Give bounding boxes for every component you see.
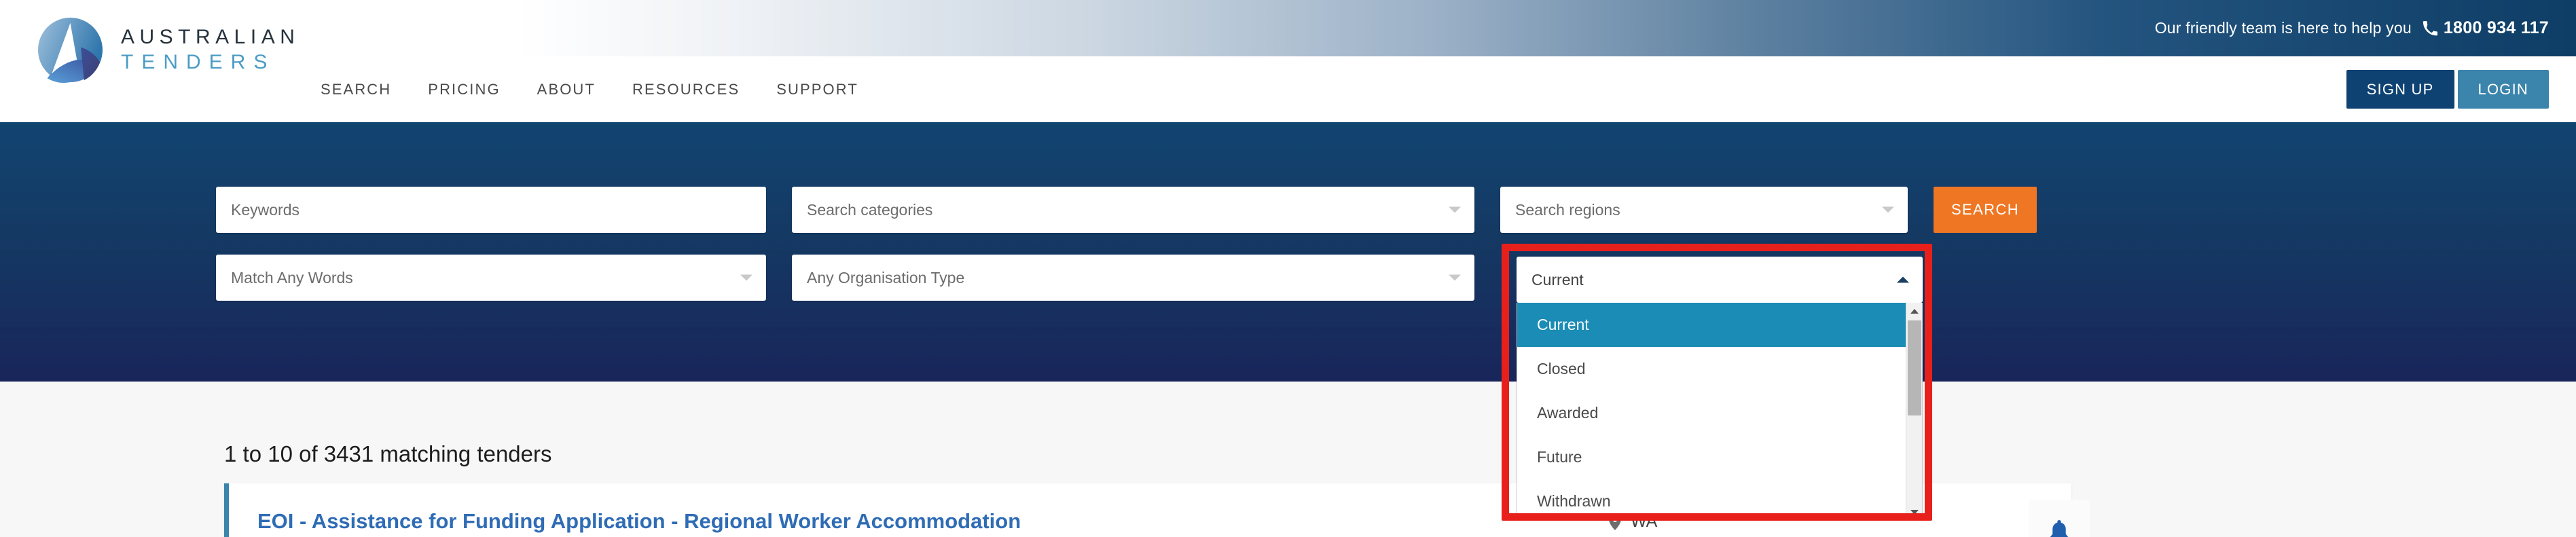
- phone-link[interactable]: 1800 934 117: [2423, 18, 2549, 38]
- nav-item-resources[interactable]: RESOURCES: [614, 81, 758, 98]
- keywords-input[interactable]: Keywords: [216, 187, 766, 233]
- results-section: 1 to 10 of 3431 matching tenders EOI - A…: [0, 382, 2576, 537]
- tender-title-link[interactable]: EOI - Assistance for Funding Application…: [257, 509, 1021, 534]
- status-selected-value: Current: [1531, 270, 1584, 289]
- triangle-up-icon: [1910, 308, 1919, 314]
- chevron-down-icon: [1882, 206, 1894, 213]
- keywords-placeholder: Keywords: [231, 200, 300, 219]
- nav-item-support[interactable]: SUPPORT: [758, 81, 877, 98]
- triangle-down-icon: [1910, 509, 1919, 515]
- nav-actions: SIGN UP LOGIN: [2346, 56, 2549, 122]
- alert-bell-button[interactable]: [2029, 500, 2090, 537]
- results-count: 1 to 10 of 3431 matching tenders: [224, 441, 552, 466]
- chevron-down-icon: [1449, 274, 1461, 281]
- chevron-up-icon: [1897, 276, 1909, 283]
- status-option-future[interactable]: Future: [1517, 435, 1922, 479]
- match-words-select[interactable]: Match Any Words: [216, 255, 766, 301]
- categories-select[interactable]: Search categories: [792, 187, 1474, 233]
- logo-icon: [37, 17, 103, 83]
- organisation-type-value: Any Organisation Type: [807, 268, 965, 286]
- categories-placeholder: Search categories: [807, 200, 933, 219]
- main-navbar: AUSTRALIAN TENDERS SEARCH PRICING ABOUT …: [0, 17, 2576, 122]
- chevron-down-icon: [1449, 206, 1461, 213]
- dropdown-scrollbar[interactable]: [1906, 303, 1922, 519]
- regions-select[interactable]: Search regions: [1500, 187, 1908, 233]
- search-button[interactable]: SEARCH: [1934, 187, 2037, 233]
- status-option-awarded[interactable]: Awarded: [1517, 391, 1922, 435]
- scrollbar-thumb[interactable]: [1908, 320, 1921, 415]
- organisation-type-select[interactable]: Any Organisation Type: [792, 255, 1474, 301]
- nav-item-about[interactable]: ABOUT: [519, 81, 614, 98]
- login-button[interactable]: LOGIN: [2457, 70, 2549, 109]
- page-root: Our friendly team is here to help you 18…: [0, 0, 2576, 537]
- status-dropdown-list[interactable]: Current Closed Awarded Future Withdrawn: [1517, 303, 1923, 520]
- regions-placeholder: Search regions: [1515, 200, 1620, 219]
- logo-wordmark: AUSTRALIAN TENDERS: [121, 27, 300, 73]
- status-option-current[interactable]: Current: [1517, 303, 1922, 347]
- hero-search-band: Keywords Search categories Search region…: [0, 122, 2576, 382]
- status-option-closed[interactable]: Closed: [1517, 347, 1922, 391]
- status-dropdown: Current Current Closed Awarded Future Wi…: [1517, 257, 1923, 520]
- scrollbar-up-arrow[interactable]: [1906, 303, 1922, 319]
- phone-icon: [2423, 20, 2437, 36]
- nav-links: SEARCH PRICING ABOUT RESOURCES SUPPORT: [302, 56, 877, 122]
- logo-line-1: AUSTRALIAN: [121, 26, 300, 48]
- status-dropdown-toggle[interactable]: Current: [1517, 257, 1923, 303]
- chevron-down-icon: [740, 274, 752, 281]
- sign-up-button[interactable]: SIGN UP: [2346, 70, 2454, 109]
- top-utility-bar-content: Our friendly team is here to help you 18…: [2155, 0, 2549, 56]
- nav-item-search[interactable]: SEARCH: [302, 81, 410, 98]
- match-words-value: Match Any Words: [231, 268, 353, 286]
- nav-item-pricing[interactable]: PRICING: [410, 81, 518, 98]
- phone-number: 1800 934 117: [2443, 18, 2549, 37]
- status-option-withdrawn[interactable]: Withdrawn: [1517, 479, 1922, 519]
- help-text: Our friendly team is here to help you: [2154, 19, 2412, 37]
- top-utility-bar: Our friendly team is here to help you 18…: [0, 0, 2576, 56]
- logo-line-2: TENDERS: [121, 51, 276, 73]
- bell-icon: [2049, 520, 2069, 537]
- scrollbar-down-arrow[interactable]: [1906, 504, 1922, 519]
- site-logo[interactable]: AUSTRALIAN TENDERS: [37, 17, 300, 83]
